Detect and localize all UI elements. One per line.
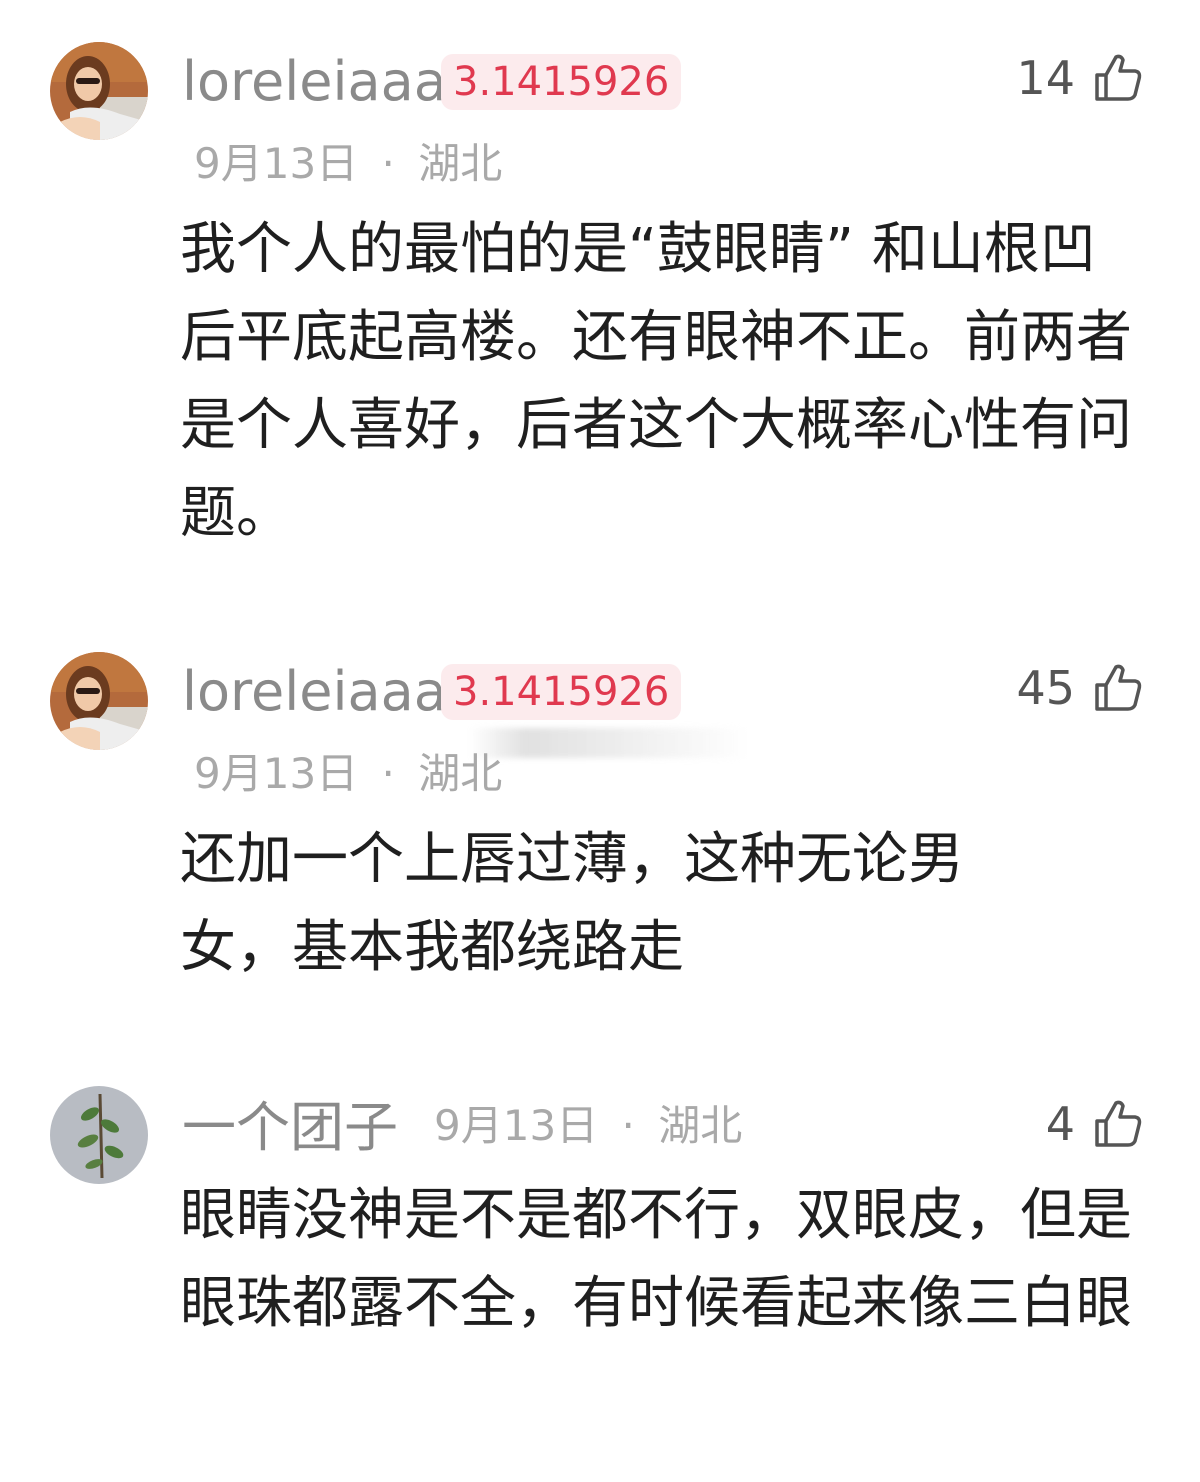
like-button[interactable]: 4 [1046, 1092, 1145, 1156]
comment-location: 湖北 [658, 1101, 743, 1150]
comment-date: 9月13日 [434, 1101, 599, 1150]
thumbs-up-icon[interactable] [1091, 1097, 1145, 1151]
comment-item: 一个团子 9月13日 · 湖北 4 眼睛没神是不是都不行，双眼皮，但是眼珠都露不… [0, 0, 1200, 1482]
like-count: 4 [1045, 1097, 1075, 1151]
comment-text: 眼睛没神是不是都不行，双眼皮，但是眼珠都露不全，有时候看起来像三白眼 [180, 1183, 1132, 1336]
username[interactable]: 一个团子 [182, 1096, 398, 1160]
plant-avatar-icon [50, 1086, 148, 1184]
user-avatar[interactable] [50, 1086, 148, 1184]
comment-meta: 9月13日 · 湖北 [434, 1100, 742, 1152]
meta-separator: · [621, 1101, 635, 1150]
